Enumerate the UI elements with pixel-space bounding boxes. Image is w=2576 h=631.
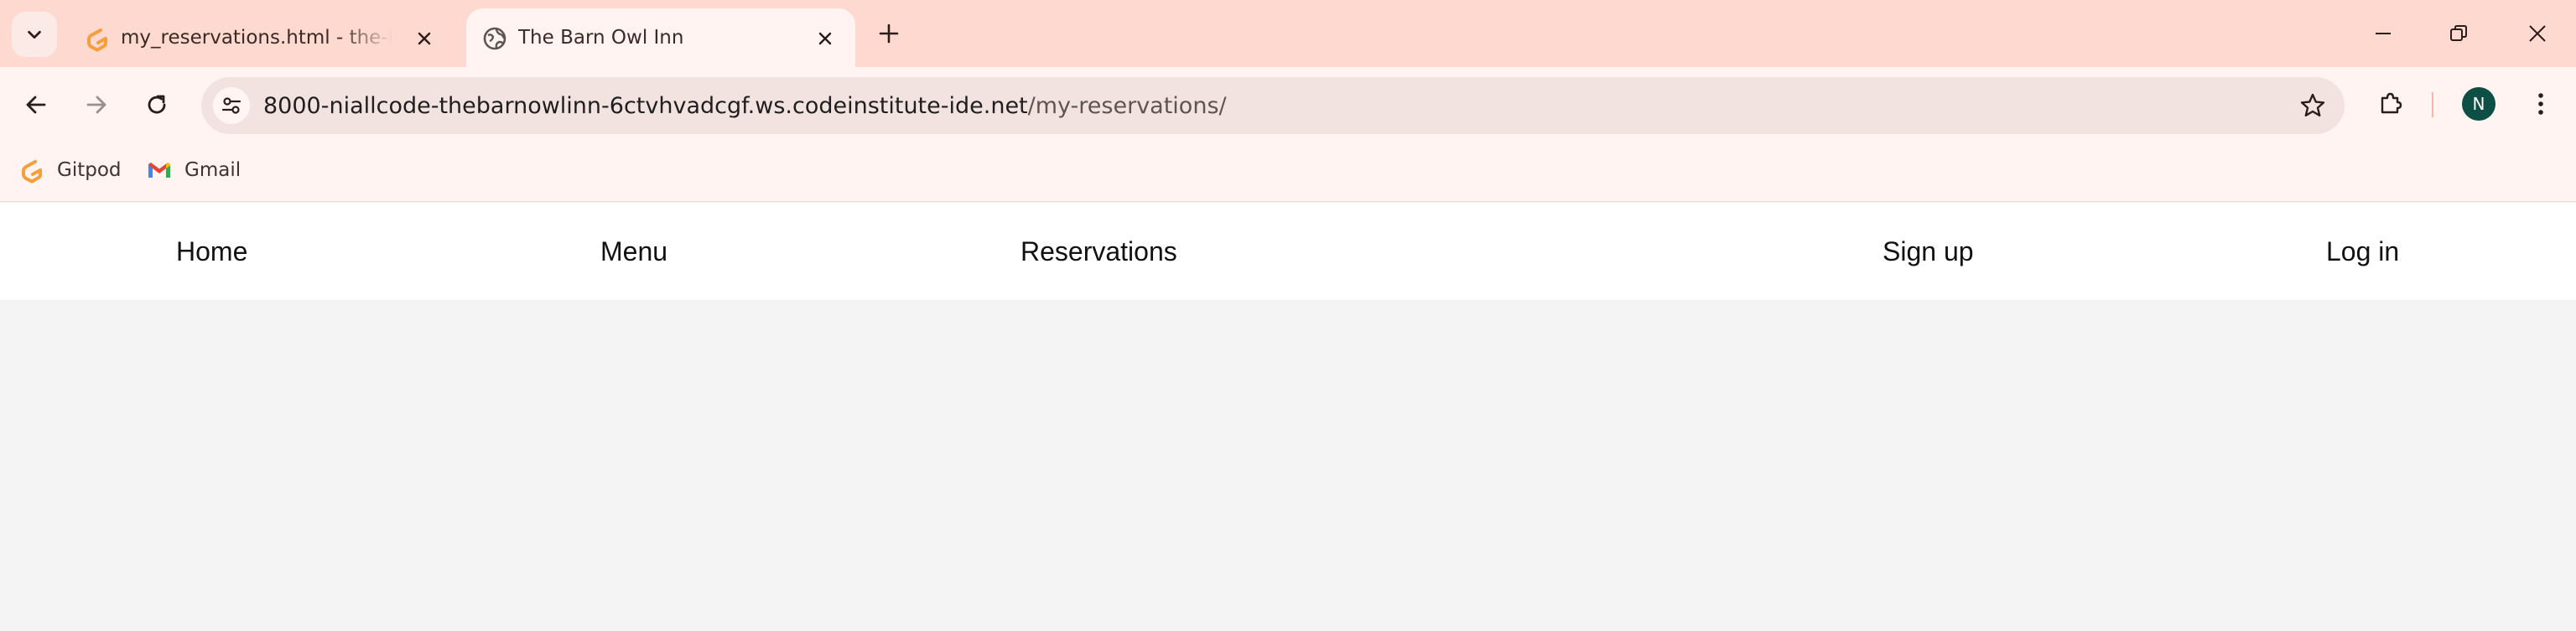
gmail-icon — [148, 163, 170, 178]
nav-link-log-in[interactable]: Log in — [2326, 203, 2399, 300]
minimize-button[interactable] — [2358, 12, 2408, 55]
url-host: 8000-niallcode-thebarnowlinn-6ctvhvadcgf… — [263, 92, 1028, 119]
page-content-area — [0, 300, 2576, 631]
plus-icon — [879, 23, 899, 44]
close-icon — [2529, 25, 2546, 42]
bookmark-label: Gmail — [184, 159, 242, 181]
nav-link-menu[interactable]: Menu — [600, 203, 667, 300]
url-path: /my-reservations/ — [1027, 92, 1227, 119]
chevron-down-icon — [28, 30, 41, 39]
more-vertical-icon — [2538, 93, 2543, 115]
reload-icon — [148, 95, 166, 114]
address-bar[interactable]: 8000-niallcode-thebarnowlinn-6ctvhvadcgf… — [201, 77, 2345, 134]
nav-link-reservations[interactable]: Reservations — [1021, 203, 1177, 300]
globe-icon — [483, 27, 506, 50]
bookmark-gmail[interactable]: Gmail — [146, 152, 241, 189]
minimize-icon — [2376, 33, 2391, 34]
nav-link-sign-up[interactable]: Sign up — [1883, 203, 1974, 300]
close-tab-icon[interactable] — [413, 27, 436, 50]
star-icon — [2300, 93, 2325, 116]
tab-title: my_reservations.html - the-barnowlinn - … — [121, 27, 392, 49]
toolbar-divider — [2432, 92, 2433, 117]
tab-my-reservations-html[interactable]: my_reservations.html - the-barnowlinn - … — [69, 8, 454, 67]
gitpod-icon — [87, 28, 107, 52]
extensions-button[interactable] — [2371, 84, 2410, 122]
tab-the-barn-owl-inn[interactable]: The Barn Owl Inn — [466, 8, 855, 67]
bookmark-star-button[interactable] — [2298, 91, 2328, 121]
puzzle-piece-icon — [2381, 92, 2402, 114]
url-text[interactable]: 8000-niallcode-thebarnowlinn-6ctvhvadcgf… — [263, 77, 1227, 134]
browser-toolbar: 8000-niallcode-thebarnowlinn-6ctvhvadcgf… — [0, 67, 2576, 140]
tune-icon — [221, 97, 242, 114]
close-tab-icon[interactable] — [813, 27, 837, 50]
new-tab-button[interactable] — [872, 17, 906, 50]
close-window-button[interactable] — [2512, 12, 2563, 55]
bookmark-label: Gitpod — [57, 159, 122, 181]
forward-arrow-icon — [86, 96, 106, 114]
back-button[interactable] — [17, 85, 55, 124]
profile-avatar[interactable]: N — [2462, 87, 2496, 121]
browser-menu-button[interactable] — [2522, 85, 2559, 122]
tab-strip: my_reservations.html - the-barnowlinn - … — [0, 0, 2576, 67]
nav-link-home[interactable]: Home — [176, 203, 247, 300]
tab-search-button[interactable] — [12, 12, 57, 57]
bookmarks-bar: Gitpod Gmail — [0, 140, 2576, 202]
site-navbar: Home Menu Reservations Sign up Log in — [0, 203, 2576, 300]
restore-button[interactable] — [2433, 12, 2484, 55]
back-arrow-icon — [26, 96, 46, 114]
forward-button[interactable] — [77, 85, 116, 124]
reload-button[interactable] — [138, 85, 176, 124]
bookmark-gitpod[interactable]: Gitpod — [18, 152, 122, 189]
tab-title: The Barn Owl Inn — [518, 27, 684, 49]
site-info-button[interactable] — [213, 87, 250, 124]
gitpod-icon — [22, 160, 42, 184]
restore-icon — [2450, 25, 2467, 41]
